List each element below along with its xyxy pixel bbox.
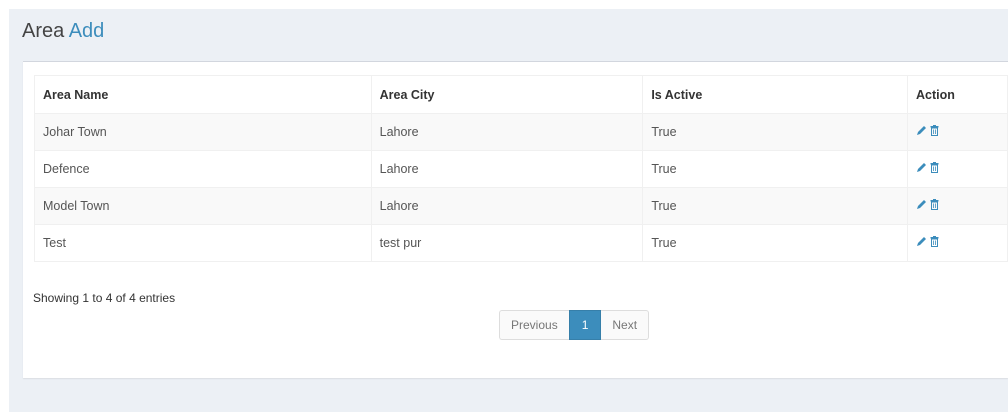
is-active-cell: True: [642, 224, 909, 262]
table-row: Model Town Lahore True: [34, 187, 1008, 225]
trash-icon[interactable]: [929, 199, 940, 210]
is-active-cell: True: [642, 150, 909, 188]
table-header-row: Area Name Area City Is Active Action: [34, 75, 1008, 114]
pencil-icon[interactable]: [916, 199, 927, 210]
action-cell: [907, 224, 1008, 262]
column-header-area-name[interactable]: Area Name: [34, 75, 372, 114]
page-title: Area Add: [22, 20, 104, 43]
action-cell: [907, 113, 1008, 151]
table-row: Defence Lahore True: [34, 150, 1008, 188]
pencil-icon[interactable]: [916, 125, 927, 136]
is-active-cell: True: [642, 187, 909, 225]
area-name-cell: Model Town: [34, 187, 372, 225]
is-active-cell: True: [642, 113, 909, 151]
column-header-area-city[interactable]: Area City: [370, 75, 644, 114]
area-list-box: Area Name Area City Is Active Action Joh…: [23, 61, 1008, 378]
pencil-icon[interactable]: [916, 236, 927, 247]
action-cell: [907, 150, 1008, 188]
add-area-link[interactable]: Add: [69, 20, 105, 42]
pagination-next-button[interactable]: Next: [601, 310, 650, 340]
area-table: Area Name Area City Is Active Action Joh…: [34, 75, 1008, 262]
column-header-is-active[interactable]: Is Active: [642, 75, 909, 114]
table-info-text: Showing 1 to 4 of 4 entries: [33, 291, 176, 305]
table-row: Johar Town Lahore True: [34, 113, 1008, 151]
pagination-previous-button[interactable]: Previous: [499, 310, 569, 340]
area-city-cell: Lahore: [370, 187, 644, 225]
area-name-cell: Defence: [34, 150, 372, 188]
table-row: Test test pur True: [34, 224, 1008, 262]
trash-icon[interactable]: [929, 125, 940, 136]
pagination-page-1-button[interactable]: 1: [568, 310, 602, 340]
trash-icon[interactable]: [929, 236, 940, 247]
column-header-action: Action: [907, 75, 1008, 114]
area-city-cell: Lahore: [370, 150, 644, 188]
area-city-cell: test pur: [370, 224, 644, 262]
area-city-cell: Lahore: [370, 113, 644, 151]
area-name-cell: Test: [34, 224, 372, 262]
pagination: Previous 1 Next: [499, 310, 650, 340]
pencil-icon[interactable]: [916, 162, 927, 173]
action-cell: [907, 187, 1008, 225]
page-title-text: Area: [22, 20, 65, 42]
trash-icon[interactable]: [929, 162, 940, 173]
area-name-cell: Johar Town: [34, 113, 372, 151]
